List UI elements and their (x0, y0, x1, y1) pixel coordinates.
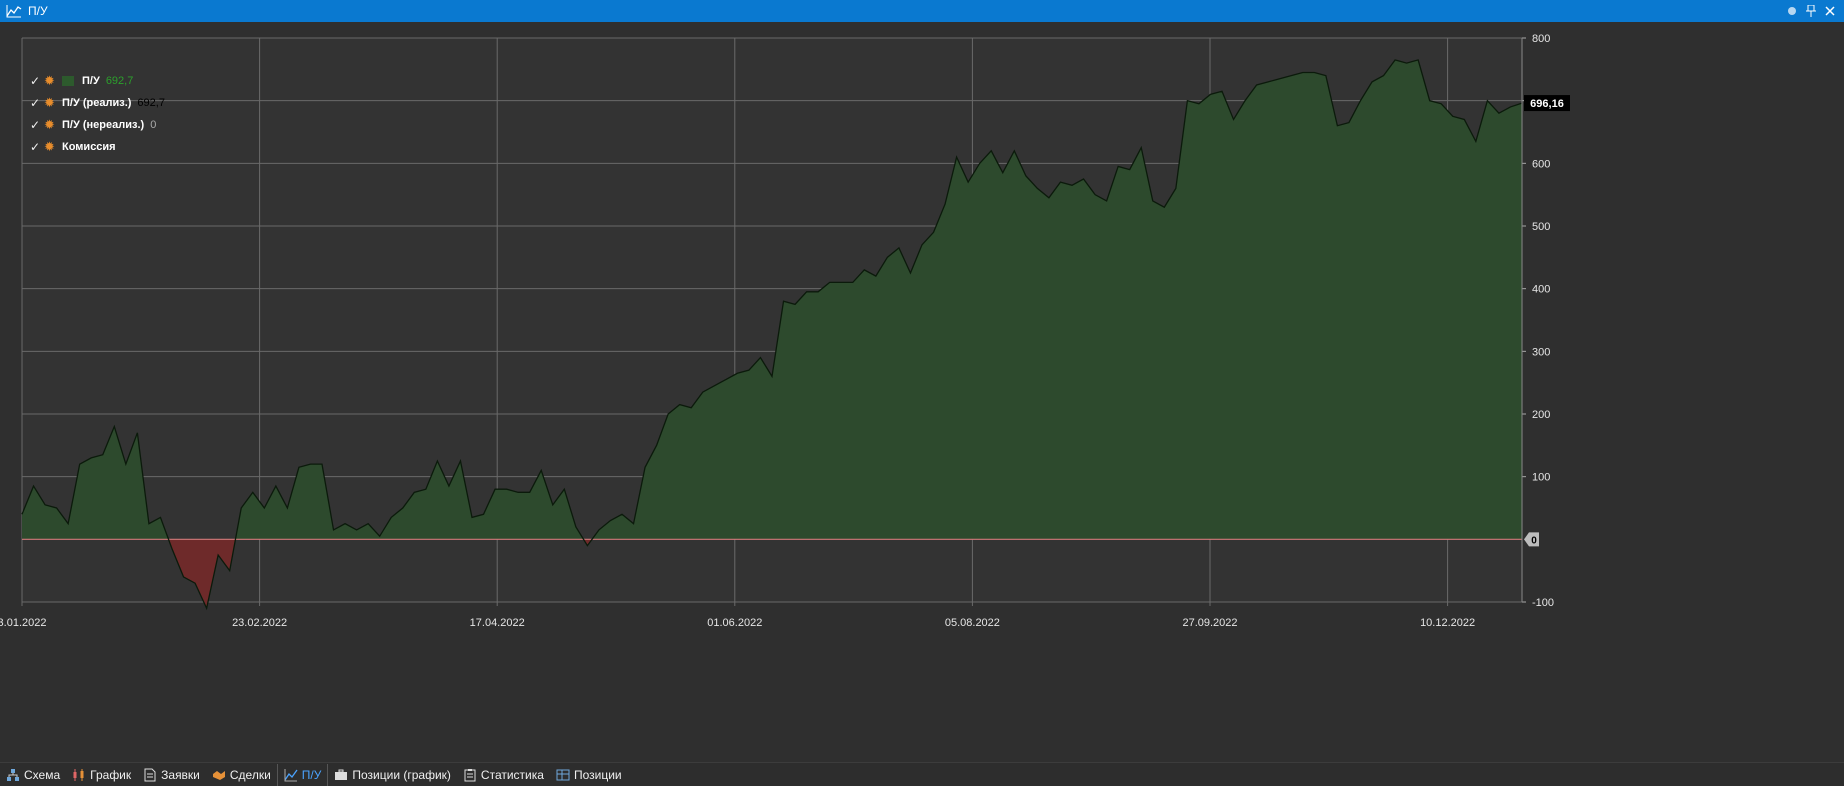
y-tick-label: 500 (1532, 221, 1550, 233)
tab-pnl[interactable]: П/У (276, 763, 329, 786)
legend-label: П/У (82, 75, 100, 87)
legend-value: 692,7 (137, 97, 165, 109)
tab-label: Сделки (229, 767, 271, 782)
check-icon[interactable]: ✓ (30, 92, 44, 114)
window-title: П/У (28, 4, 48, 18)
briefcase-icon (335, 769, 348, 780)
tab-label: Заявки (161, 767, 200, 782)
legend-swatch (62, 76, 74, 86)
pin-icon[interactable] (1804, 4, 1817, 17)
legend-row-pnl-unrealized[interactable]: ✓ ✹ П/У (нереализ.) 0 (30, 114, 165, 136)
gear-icon[interactable]: ✹ (44, 114, 62, 136)
tab-scheme[interactable]: Схема (0, 764, 66, 786)
x-tick-label: 17.04.2022 (470, 617, 525, 629)
tab-trades[interactable]: Сделки (206, 764, 277, 786)
x-tick-label: 01.06.2022 (707, 617, 762, 629)
zero-label: 0 (1531, 535, 1537, 546)
check-icon[interactable]: ✓ (30, 136, 44, 158)
bottom-tabs: Схема График Заявки Сделки П/У Позиции (… (0, 762, 1844, 786)
legend-value: 692,7 (105, 75, 134, 87)
tab-label: Позиции (график) (352, 767, 451, 782)
legend-label: П/У (нереализ.) (62, 119, 145, 131)
tab-label: Позиции (573, 767, 622, 782)
window-titlebar: П/У (0, 0, 1844, 23)
tab-label: П/У (301, 767, 322, 782)
legend-label: Комиссия (62, 141, 116, 153)
y-tick-label: -100 (1532, 597, 1554, 609)
x-tick-label: 3.01.2022 (0, 617, 46, 629)
y-tick-label: 400 (1532, 284, 1550, 296)
circle-icon[interactable] (1785, 4, 1798, 17)
legend-row-pnl-realized[interactable]: ✓ ✹ П/У (реализ.) 692,7 (30, 92, 165, 114)
check-icon[interactable]: ✓ (30, 70, 44, 92)
candles-icon (73, 768, 84, 781)
x-tick-label: 23.02.2022 (232, 617, 287, 629)
scheme-icon (7, 768, 19, 781)
handshake-icon (212, 770, 225, 780)
tab-chart[interactable]: График (66, 764, 137, 786)
clipboard-icon (464, 768, 476, 781)
gear-icon[interactable]: ✹ (44, 92, 62, 114)
legend-row-commission[interactable]: ✓ ✹ Комиссия (30, 136, 165, 158)
tab-label: Схема (24, 767, 61, 782)
gear-icon[interactable]: ✹ (44, 70, 62, 92)
tab-statistics[interactable]: Статистика (457, 764, 550, 786)
legend-label: П/У (реализ.) (62, 97, 132, 109)
pnl-chart[interactable]: -1001002003004005006007008003.01.202223.… (0, 22, 1844, 762)
line-chart-icon (6, 5, 22, 18)
x-tick-label: 10.12.2022 (1420, 617, 1475, 629)
line-chart-icon (284, 768, 298, 781)
chart-legend: ✓ ✹ П/У 692,7 ✓ ✹ П/У (реализ.) 692,7 ✓ … (30, 70, 165, 158)
x-tick-label: 05.08.2022 (945, 617, 1000, 629)
tab-label: Статистика (480, 767, 544, 782)
tab-orders[interactable]: Заявки (137, 764, 206, 786)
tab-positions[interactable]: Позиции (550, 764, 628, 786)
document-icon (144, 768, 156, 781)
y-tick-label: 100 (1532, 472, 1550, 484)
gear-icon[interactable]: ✹ (44, 136, 62, 158)
tab-label: График (90, 767, 132, 782)
table-icon (556, 769, 570, 780)
y-tick-label: 300 (1532, 346, 1550, 358)
check-icon[interactable]: ✓ (30, 114, 44, 136)
y-tick-label: 800 (1532, 33, 1550, 45)
legend-row-pnl[interactable]: ✓ ✹ П/У 692,7 (30, 70, 165, 92)
x-tick-label: 27.09.2022 (1182, 617, 1237, 629)
last-value-label: 696,16 (1530, 98, 1564, 110)
chart-area[interactable]: -1001002003004005006007008003.01.202223.… (0, 22, 1844, 762)
legend-value: 0 (150, 119, 157, 131)
tab-positions-chart[interactable]: Позиции (график) (328, 764, 457, 786)
close-icon[interactable] (1823, 4, 1836, 17)
y-tick-label: 200 (1532, 409, 1550, 421)
y-tick-label: 600 (1532, 158, 1550, 170)
